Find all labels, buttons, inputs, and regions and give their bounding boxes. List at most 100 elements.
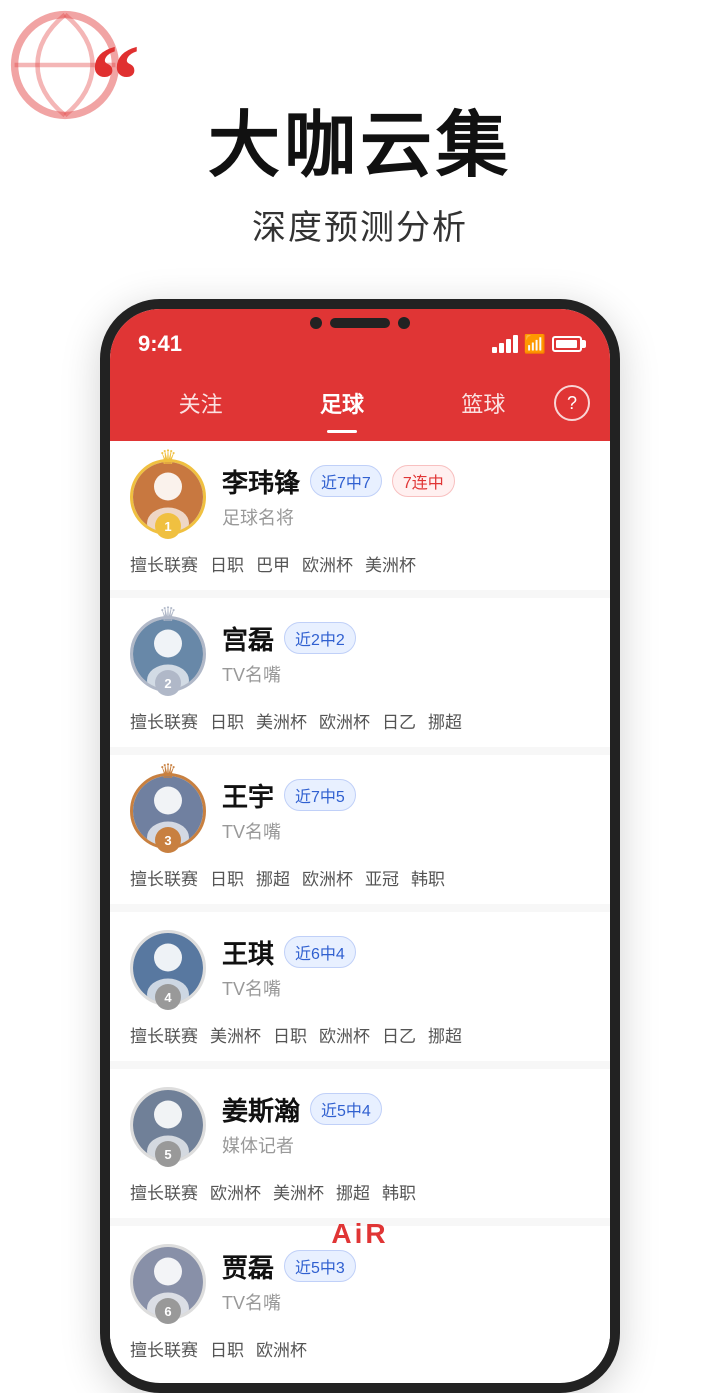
crown-icon: ♛ xyxy=(159,602,177,627)
expert-header: 5 姜斯瀚 近5中4 媒体记者 xyxy=(130,1087,590,1163)
stat-tag: 近7中5 xyxy=(284,779,356,811)
stat-tag: 近6中4 xyxy=(284,936,356,968)
status-bar: 9:41 📶 xyxy=(110,309,610,379)
notch-camera xyxy=(310,317,322,329)
expert-name: 姜斯瀚 xyxy=(222,1091,300,1128)
rank-badge: 1 xyxy=(155,513,181,539)
expert-name: 王宇 xyxy=(222,777,274,814)
expert-header: 4 王琪 近6中4 TV名嘴 xyxy=(130,930,590,1006)
expert-header: ♛ 2 宫磊 近2中2 TV名嘴 xyxy=(130,616,590,692)
promo-section: “ 大咖云集 深度预测分析 xyxy=(0,0,720,279)
expert-role: TV名嘴 xyxy=(222,975,590,1001)
expert-role: 媒体记者 xyxy=(222,1132,590,1158)
tab-follow[interactable]: 关注 xyxy=(130,379,271,427)
league-tag: 亚冠 xyxy=(365,865,399,890)
rank-badge: 4 xyxy=(155,984,181,1010)
expert-info: 王琪 近6中4 TV名嘴 xyxy=(222,934,590,1003)
league-tag: 欧洲杯 xyxy=(319,708,370,733)
battery-icon xyxy=(552,336,582,352)
league-tag: 日乙 xyxy=(382,708,416,733)
league-tag: 擅长联赛 xyxy=(130,708,198,733)
expert-name-row: 贾磊 近5中3 xyxy=(222,1248,590,1285)
list-item: ♛ 2 宫磊 近2中2 TV名嘴 擅长联赛日职美洲杯欧洲杯日乙挪超 xyxy=(110,598,610,747)
league-tag: 擅长联赛 xyxy=(130,551,198,576)
basketball-decoration xyxy=(10,10,120,120)
league-tag: 美洲杯 xyxy=(365,551,416,576)
rank-badge: 3 xyxy=(155,827,181,853)
expert-name-row: 李玮锋 近7中7 7连中 xyxy=(222,463,590,500)
league-tag: 日职 xyxy=(210,708,244,733)
league-tag: 欧洲杯 xyxy=(302,551,353,576)
league-tag: 美洲杯 xyxy=(273,1179,324,1204)
crown-icon: ♛ xyxy=(159,445,177,470)
league-tag: 巴甲 xyxy=(256,551,290,576)
league-tag: 擅长联赛 xyxy=(130,865,198,890)
avatar-wrapper: 6 xyxy=(130,1244,206,1320)
expert-info: 宫磊 近2中2 TV名嘴 xyxy=(222,620,590,689)
status-icons: 📶 xyxy=(492,334,582,355)
league-tag: 日职 xyxy=(210,551,244,576)
stat-tag: 近5中4 xyxy=(310,1093,382,1125)
status-time: 9:41 xyxy=(138,331,182,357)
league-tag: 韩职 xyxy=(411,865,445,890)
avatar-wrapper: ♛ 1 xyxy=(130,459,206,535)
expert-leagues: 擅长联赛日职挪超欧洲杯亚冠韩职 xyxy=(130,865,590,890)
expert-leagues: 擅长联赛欧洲杯美洲杯挪超韩职 xyxy=(130,1179,590,1204)
expert-leagues: 擅长联赛日职巴甲欧洲杯美洲杯 xyxy=(130,551,590,576)
league-tag: 日乙 xyxy=(382,1022,416,1047)
crown-icon: ♛ xyxy=(159,759,177,784)
league-tag: 擅长联赛 xyxy=(130,1336,198,1361)
league-tag: 欧洲杯 xyxy=(256,1336,307,1361)
expert-name: 宫磊 xyxy=(222,620,274,657)
league-tag: 擅长联赛 xyxy=(130,1179,198,1204)
league-tag: 欧洲杯 xyxy=(319,1022,370,1047)
expert-info: 贾磊 近5中3 TV名嘴 xyxy=(222,1248,590,1317)
tab-basketball[interactable]: 篮球 xyxy=(413,379,554,427)
tab-soccer[interactable]: 足球 xyxy=(271,379,412,427)
league-tag: 挪超 xyxy=(256,865,290,890)
avatar-wrapper: ♛ 2 xyxy=(130,616,206,692)
league-tag: 挪超 xyxy=(336,1179,370,1204)
stat-tag: 近7中7 xyxy=(310,465,382,497)
expert-role: TV名嘴 xyxy=(222,818,590,844)
expert-header: 6 贾磊 近5中3 TV名嘴 xyxy=(130,1244,590,1320)
expert-name: 王琪 xyxy=(222,934,274,971)
league-tag: 美洲杯 xyxy=(256,708,307,733)
rank-badge: 2 xyxy=(155,670,181,696)
expert-leagues: 擅长联赛日职美洲杯欧洲杯日乙挪超 xyxy=(130,708,590,733)
list-item: 4 王琪 近6中4 TV名嘴 擅长联赛美洲杯日职欧洲杯日乙挪超 xyxy=(110,912,610,1061)
expert-name-row: 姜斯瀚 近5中4 xyxy=(222,1091,590,1128)
notch-speaker xyxy=(330,318,390,328)
list-item: ♛ 3 王宇 近7中5 TV名嘴 擅长联赛日职挪超欧洲杯亚冠韩职 xyxy=(110,755,610,904)
rank-badge: 6 xyxy=(155,1298,181,1324)
stat-tag: 7连中 xyxy=(392,465,455,497)
stat-tag: 近2中2 xyxy=(284,622,356,654)
promo-title: 大咖云集 xyxy=(208,110,512,182)
stat-tag: 近5中3 xyxy=(284,1250,356,1282)
list-item: ♛ 1 李玮锋 近7中77连中 足球名将 擅长联赛日职巴甲欧洲杯美洲杯 xyxy=(110,441,610,590)
wifi-icon: 📶 xyxy=(524,334,546,355)
notch xyxy=(310,317,410,329)
avatar-wrapper: 4 xyxy=(130,930,206,1006)
league-tag: 欧洲杯 xyxy=(302,865,353,890)
league-tag: 韩职 xyxy=(382,1179,416,1204)
expert-header: ♛ 3 王宇 近7中5 TV名嘴 xyxy=(130,773,590,849)
signal-icon xyxy=(492,335,518,353)
help-button[interactable]: ? xyxy=(554,385,590,421)
league-tag: 日职 xyxy=(210,1336,244,1361)
avatar-wrapper: ♛ 3 xyxy=(130,773,206,849)
expert-info: 姜斯瀚 近5中4 媒体记者 xyxy=(222,1091,590,1160)
air-label: AiR xyxy=(331,1218,388,1250)
avatar-wrapper: 5 xyxy=(130,1087,206,1163)
expert-role: TV名嘴 xyxy=(222,661,590,687)
expert-leagues: 擅长联赛美洲杯日职欧洲杯日乙挪超 xyxy=(130,1022,590,1047)
expert-name: 李玮锋 xyxy=(222,463,300,500)
league-tag: 美洲杯 xyxy=(210,1022,261,1047)
expert-role: TV名嘴 xyxy=(222,1289,590,1315)
league-tag: 擅长联赛 xyxy=(130,1022,198,1047)
expert-info: 李玮锋 近7中77连中 足球名将 xyxy=(222,463,590,532)
league-tag: 日职 xyxy=(273,1022,307,1047)
expert-name: 贾磊 xyxy=(222,1248,274,1285)
expert-name-row: 王琪 近6中4 xyxy=(222,934,590,971)
league-tag: 日职 xyxy=(210,865,244,890)
